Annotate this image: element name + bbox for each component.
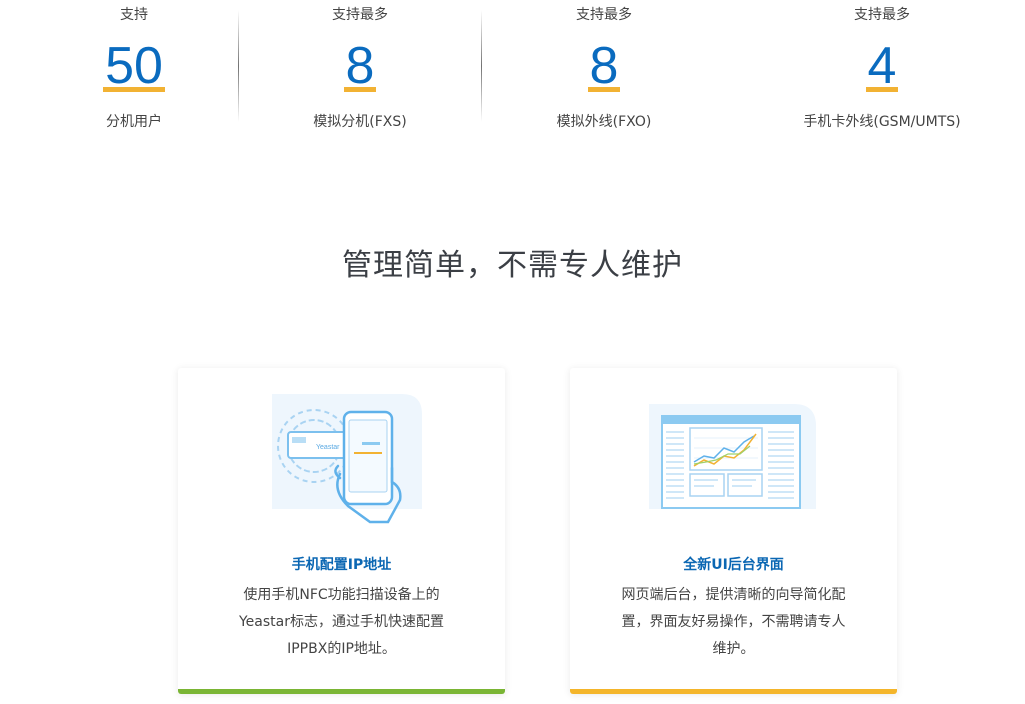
stat-divider — [238, 10, 239, 122]
stat-prefix: 支持 — [120, 7, 148, 23]
stat-prefix: 支持最多 — [576, 7, 632, 23]
card-description: 网页端后台，提供清晰的向导简化配置，界面友好易操作，不需聘请专人维护。 — [621, 587, 846, 657]
page: 支持 50 分机用户 支持最多 8 模拟分机(FXS) 支持最多 8 模拟外线(… — [0, 0, 1025, 704]
card-accent-bar — [570, 689, 897, 694]
card-description: 使用手机NFC功能扫描设备上的Yeastar标志，通过手机快速配置IPPBX的I… — [238, 587, 444, 657]
card-title: 手机配置IP地址 — [291, 557, 392, 573]
phone-nfc-illustration-icon: Yeastar — [271, 394, 422, 524]
stat-number: 8 — [587, 37, 621, 95]
stat-number: 8 — [343, 37, 377, 95]
stat-number: 4 — [865, 37, 899, 95]
stat-prefix: 支持最多 — [854, 7, 910, 23]
illus-brand-label: Yeastar — [316, 444, 340, 451]
stat-prefix: 支持最多 — [332, 7, 388, 23]
section-title: 管理简单，不需专人维护 — [342, 248, 683, 283]
stat-label: 分机用户 — [106, 114, 162, 130]
card-accent-bar — [178, 689, 505, 694]
feature-card-new-ui: 全新UI后台界面 网页端后台，提供清晰的向导简化配置，界面友好易操作，不需聘请专… — [570, 368, 897, 694]
card-title: 全新UI后台界面 — [683, 557, 784, 573]
stat-divider — [481, 10, 482, 122]
feature-card-mobile-config: Yeastar 手机配置IP地址 使用手机NFC功能扫描设备上的Yeastar标… — [178, 368, 505, 694]
stats-row: 支持 50 分机用户 支持最多 8 模拟分机(FXS) 支持最多 8 模拟外线(… — [0, 0, 1025, 150]
stat-number: 50 — [103, 37, 165, 95]
stat-label: 模拟分机(FXS) — [313, 114, 407, 130]
web-dashboard-illustration-icon — [648, 404, 816, 509]
stat-label: 模拟外线(FXO) — [556, 114, 652, 130]
stat-label: 手机卡外线(GSM/UMTS) — [803, 114, 961, 130]
